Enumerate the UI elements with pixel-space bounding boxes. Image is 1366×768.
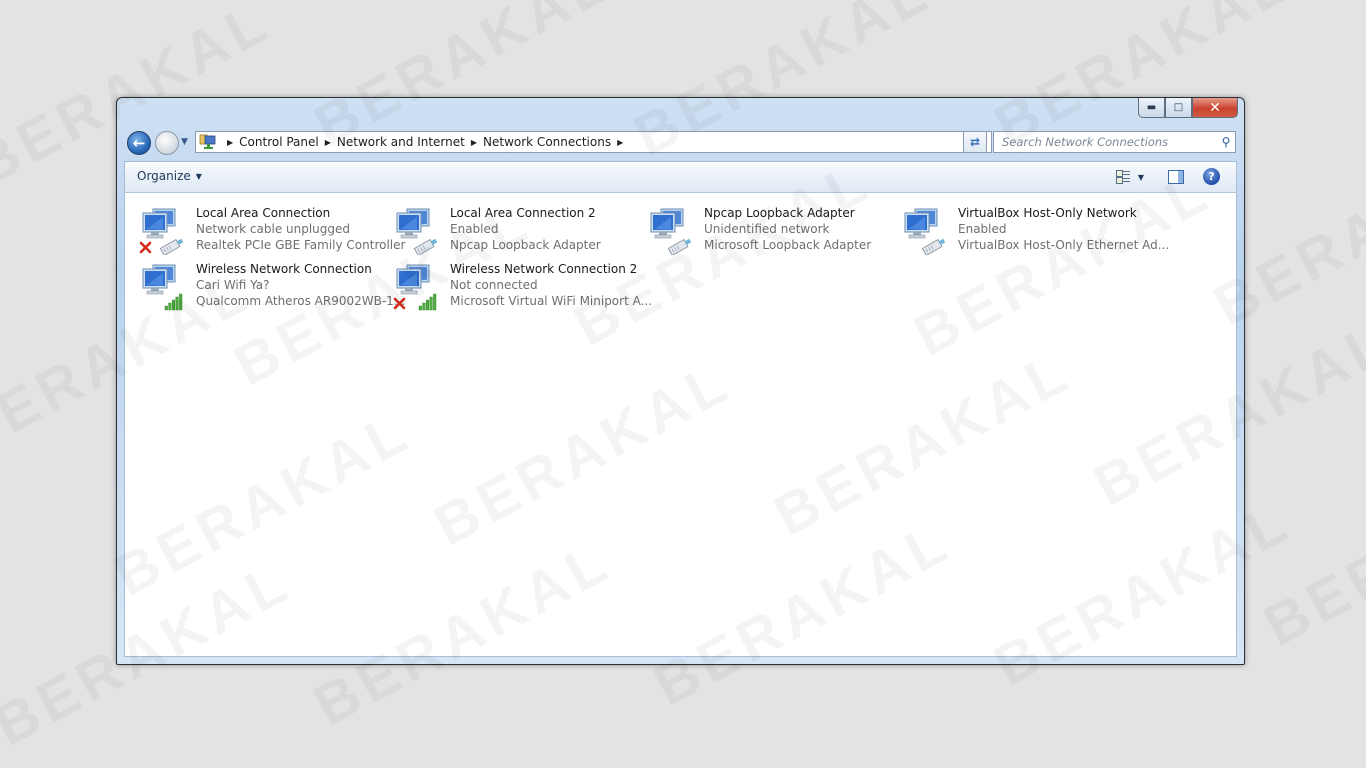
- connection-device: VirtualBox Host-Only Ethernet Ad...: [958, 238, 1170, 252]
- connection-item[interactable]: Wireless Network Connection 2 Not connect…: [379, 261, 652, 313]
- connection-status: Enabled: [450, 222, 499, 236]
- connection-item[interactable]: Local Area Connection Network cable unplu…: [125, 205, 405, 257]
- connection-details: Wireless Network Connection 2 Not connect…: [450, 261, 652, 309]
- close-button[interactable]: ✕: [1192, 98, 1238, 118]
- wireless-network-icon: [393, 264, 437, 311]
- watermark-text: BERAKAL: [1253, 448, 1366, 660]
- recent-pages-button[interactable]: ▼: [181, 137, 188, 147]
- network-connections-window: ▬ □ ✕ ← ▼ ▶ Control Panel ▶ Network and …: [116, 97, 1245, 665]
- organize-label: Organize: [137, 169, 191, 183]
- breadcrumb-separator[interactable]: ▶: [325, 138, 331, 147]
- breadcrumb-separator[interactable]: ▶: [227, 138, 233, 147]
- connection-device: Microsoft Loopback Adapter: [704, 238, 872, 252]
- connection-status: Network cable unplugged: [196, 222, 351, 236]
- organize-button[interactable]: Organize ▼: [137, 169, 202, 183]
- ethernet-network-icon: [904, 208, 946, 255]
- search-box: ⚲: [993, 131, 1236, 153]
- connection-device: Microsoft Virtual WiFi Miniport A...: [450, 294, 653, 308]
- change-view-button[interactable]: ▼: [1115, 170, 1144, 184]
- search-icon[interactable]: ⚲: [1217, 135, 1235, 149]
- refresh-button[interactable]: ⇄: [963, 131, 987, 153]
- connection-device: Realtek PCIe GBE Family Controller: [196, 238, 406, 252]
- preview-pane-button[interactable]: [1168, 170, 1184, 184]
- connection-name: Local Area Connection: [196, 206, 331, 220]
- back-button[interactable]: ←: [127, 131, 151, 155]
- connection-name: Local Area Connection 2: [450, 206, 596, 220]
- connection-name: Wireless Network Connection: [196, 262, 372, 276]
- command-bar: Organize ▼ ▼ ?: [124, 161, 1237, 193]
- refresh-icon: ⇄: [969, 135, 981, 149]
- connection-details: Local Area Connection 2 Enabled Npcap Loop…: [450, 205, 601, 253]
- connection-status: Unidentified network: [704, 222, 830, 236]
- back-arrow-icon: ←: [132, 134, 146, 152]
- breadcrumb-network-and-internet[interactable]: Network and Internet: [337, 135, 465, 149]
- connection-device: Npcap Loopback Adapter: [450, 238, 601, 252]
- connection-details: VirtualBox Host-Only Network Enabled Virtu…: [958, 205, 1169, 253]
- address-bar[interactable]: ▶ Control Panel ▶ Network and Internet ▶…: [195, 131, 992, 153]
- connection-details: Wireless Network Connection Cari Wifi Ya?…: [196, 261, 405, 309]
- connection-name: Wireless Network Connection 2: [450, 262, 638, 276]
- breadcrumb-separator[interactable]: ▶: [471, 138, 477, 147]
- connection-item[interactable]: Wireless Network Connection Cari Wifi Ya?…: [125, 261, 405, 313]
- control-panel-icon: [199, 134, 216, 149]
- chevron-down-icon: ▼: [181, 137, 188, 147]
- ethernet-network-icon: [396, 208, 438, 255]
- connection-name: VirtualBox Host-Only Network: [958, 206, 1137, 220]
- maximize-icon: □: [1173, 102, 1184, 113]
- connection-status: Not connected: [450, 278, 538, 292]
- maximize-button[interactable]: □: [1165, 98, 1192, 118]
- navigation-bar: ← ▼ ▶ Control Panel ▶ Network and Intern…: [125, 130, 1236, 156]
- help-button[interactable]: ?: [1203, 168, 1220, 185]
- chevron-down-icon: ▼: [195, 171, 202, 181]
- help-icon: ?: [1208, 170, 1215, 183]
- minimize-button[interactable]: ▬: [1138, 98, 1165, 118]
- connection-name: Npcap Loopback Adapter: [704, 206, 855, 220]
- connection-item[interactable]: Npcap Loopback Adapter Unidentified netwo…: [633, 205, 887, 257]
- connection-status: Enabled: [958, 222, 1007, 236]
- breadcrumb-network-connections[interactable]: Network Connections: [483, 135, 611, 149]
- close-icon: ✕: [1209, 99, 1221, 116]
- minimize-icon: ▬: [1146, 102, 1157, 113]
- connection-device: Qualcomm Atheros AR9002WB-1...: [196, 294, 406, 308]
- wireless-network-icon: [142, 264, 183, 311]
- caption-buttons: ▬ □ ✕: [1138, 98, 1238, 118]
- ethernet-network-icon: [650, 208, 692, 255]
- connection-item[interactable]: VirtualBox Host-Only Network Enabled Virtu…: [887, 205, 1169, 257]
- connection-details: Local Area Connection Network cable unplu…: [196, 205, 405, 253]
- breadcrumb-separator[interactable]: ▶: [617, 138, 623, 147]
- change-view-icon: [1115, 170, 1130, 184]
- forward-button[interactable]: [155, 131, 179, 155]
- breadcrumb-control-panel[interactable]: Control Panel: [239, 135, 319, 149]
- connection-item[interactable]: Local Area Connection 2 Enabled Npcap Loop…: [379, 205, 633, 257]
- ethernet-network-icon: [139, 208, 184, 255]
- connection-details: Npcap Loopback Adapter Unidentified netwo…: [704, 205, 871, 253]
- chevron-down-icon: ▼: [1137, 172, 1144, 182]
- connection-status: Cari Wifi Ya?: [196, 278, 270, 292]
- search-input[interactable]: [994, 134, 1217, 150]
- connections-list: Local Area Connection Network cable unplu…: [124, 193, 1237, 657]
